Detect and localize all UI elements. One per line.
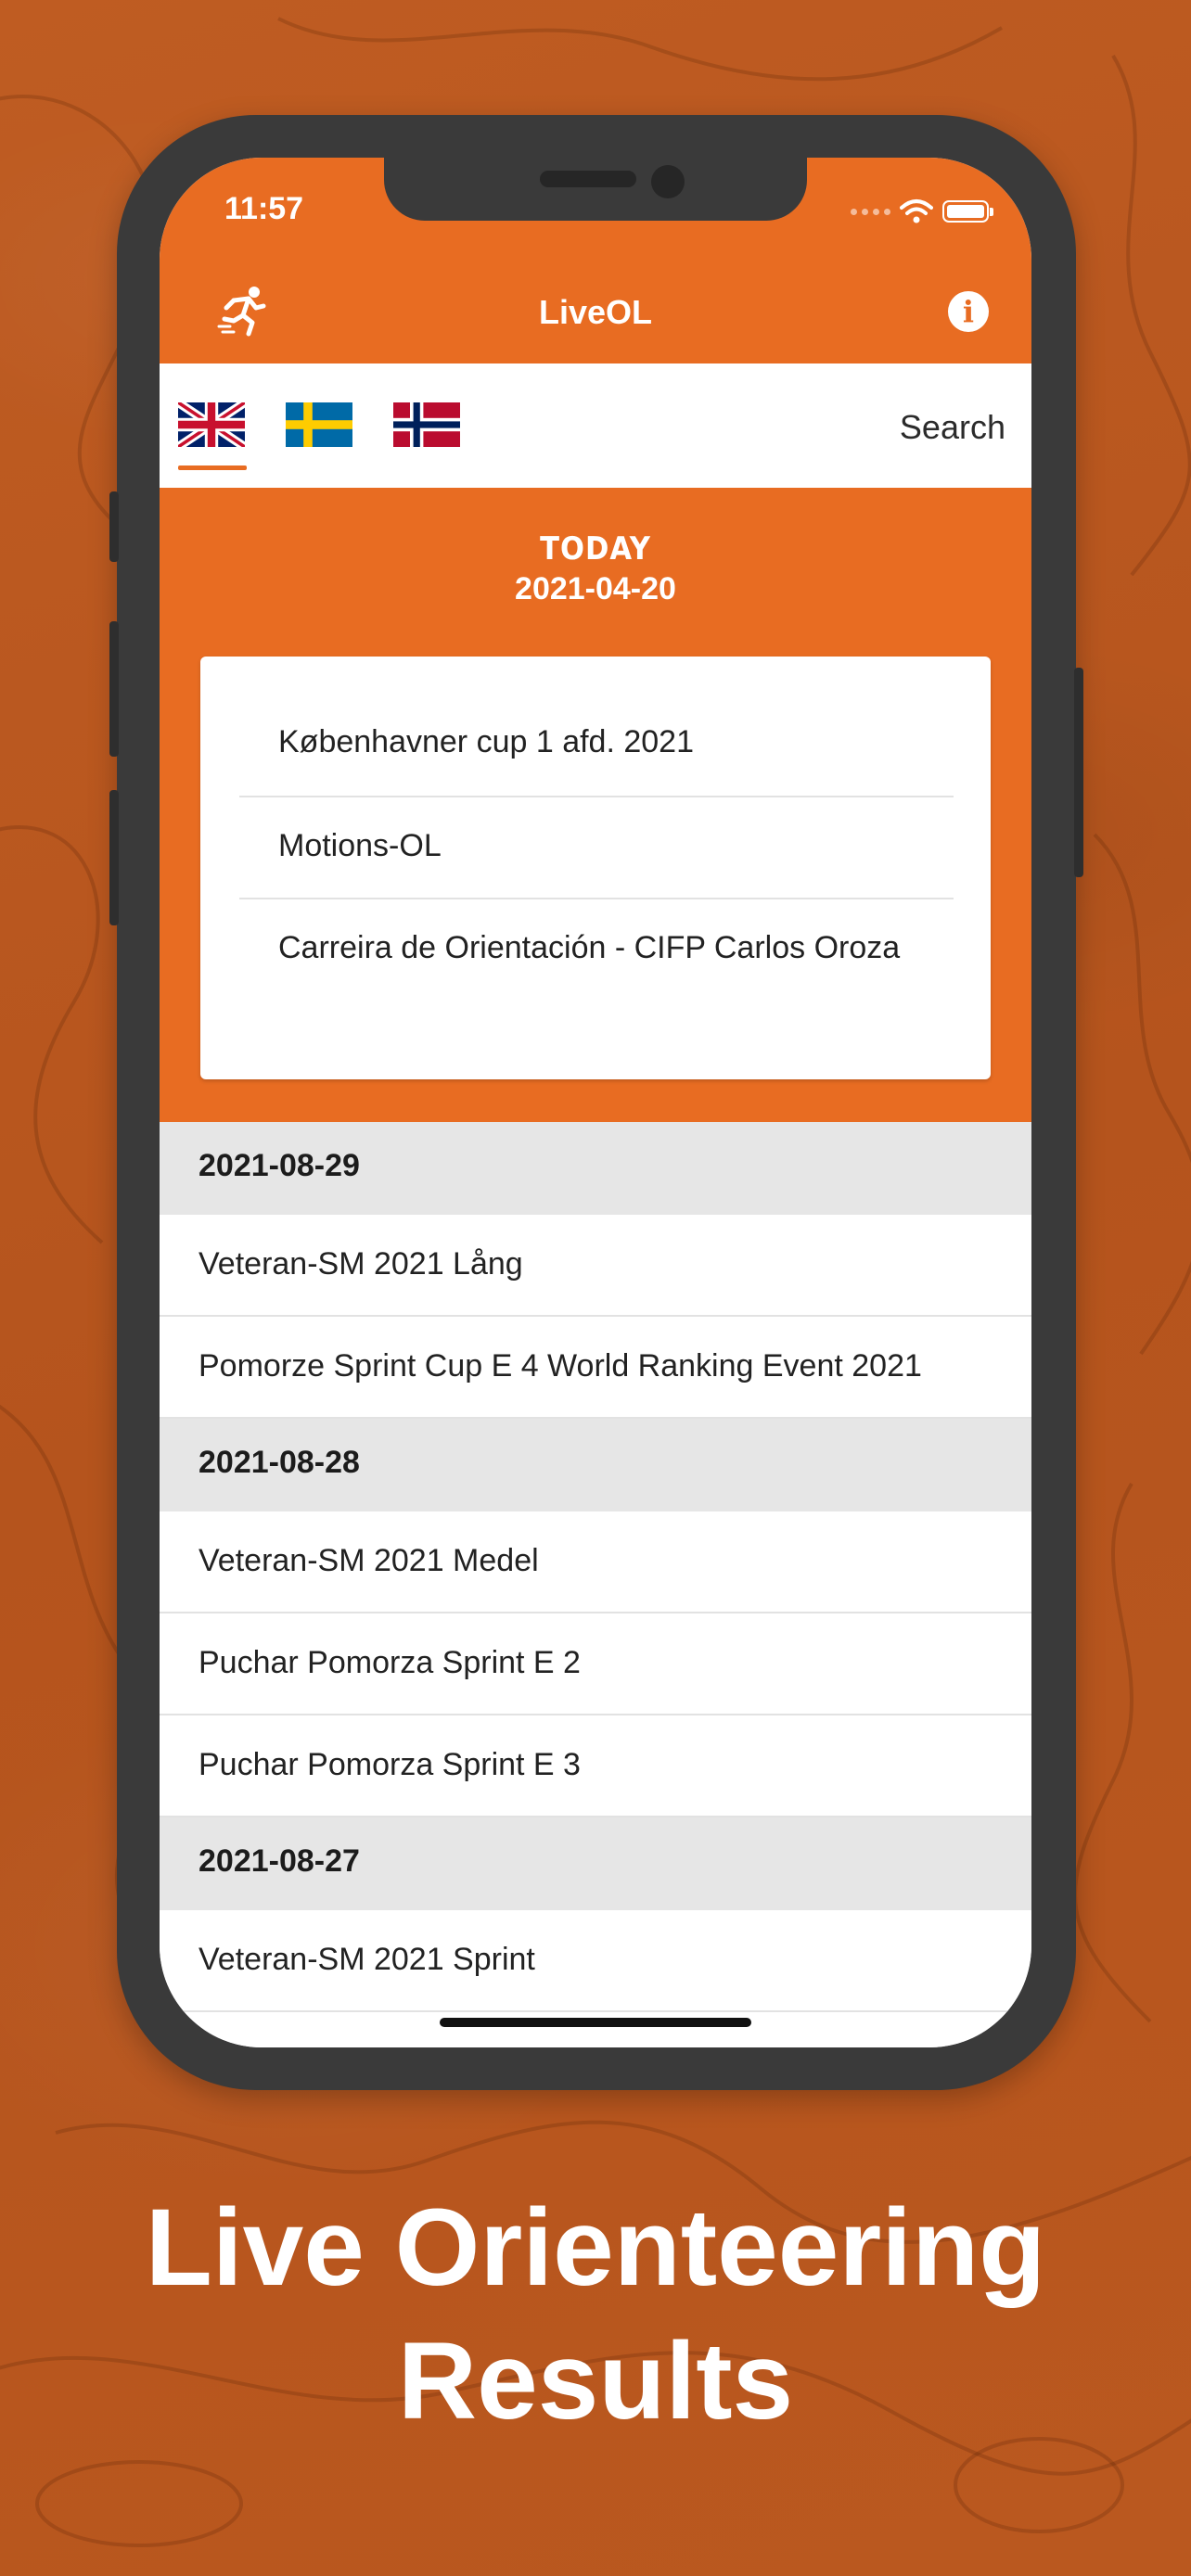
info-icon[interactable]: i <box>948 291 989 332</box>
selected-language-indicator <box>178 465 247 470</box>
today-events-card: Københavner cup 1 afd. 2021 Motions-OL C… <box>200 657 991 1079</box>
divider <box>239 796 954 797</box>
date-section-header: 2021-08-29 <box>160 1122 1031 1215</box>
date-section-header: 2021-08-27 <box>160 1817 1031 1910</box>
event-row[interactable]: Pomorze Sprint Cup E 4 World Ranking Eve… <box>160 1317 1031 1419</box>
event-row[interactable]: Veteran-SM 2021 Sprint <box>160 1910 1031 2012</box>
event-row[interactable]: Veteran-SM 2021 Medel <box>160 1511 1031 1613</box>
today-event-item[interactable]: Motions-OL <box>278 825 928 866</box>
search-button[interactable]: Search <box>900 408 1005 447</box>
status-icons <box>851 198 993 224</box>
divider <box>239 898 954 899</box>
speaker <box>540 171 636 187</box>
today-heading: TODAY <box>540 530 651 567</box>
camera <box>651 165 685 198</box>
battery-icon <box>942 200 993 223</box>
tagline-line-1: Live Orienteering <box>145 2187 1046 2309</box>
swedish-flag-icon[interactable] <box>286 402 352 447</box>
app-screen: 11:57 LiveOL i Search TODAY 2021-04-20 K… <box>160 158 1031 2047</box>
event-name: Puchar Pomorza Sprint E 2 <box>198 1645 581 1680</box>
wifi-icon <box>900 199 933 223</box>
section-date: 2021-08-29 <box>198 1148 360 1183</box>
nav-title: LiveOL <box>538 293 653 331</box>
section-date: 2021-08-28 <box>198 1445 360 1480</box>
tagline-line-2: Results <box>397 2320 794 2442</box>
power-button <box>1074 668 1083 877</box>
english-flag-icon[interactable] <box>178 402 245 447</box>
event-name: Pomorze Sprint Cup E 4 World Ranking Eve… <box>198 1348 922 1384</box>
today-section: TODAY 2021-04-20 Københavner cup 1 afd. … <box>160 488 1031 1122</box>
navigation-bar: LiveOL i <box>160 269 1031 363</box>
events-list: 2021-08-29 Veteran-SM 2021 Lång Pomorze … <box>160 1122 1031 2047</box>
volume-up-button <box>109 621 119 757</box>
event-name: Puchar Pomorza Sprint E 3 <box>198 1747 581 1782</box>
home-indicator[interactable] <box>440 2018 751 2027</box>
volume-down-button <box>109 790 119 925</box>
event-name: Veteran-SM 2021 Lång <box>198 1246 523 1282</box>
today-date: 2021-04-20 <box>515 571 676 606</box>
event-row[interactable]: Veteran-SM 2021 Lång <box>160 1215 1031 1317</box>
status-time: 11:57 <box>224 191 304 226</box>
notch <box>384 158 807 221</box>
today-event-item[interactable]: Carreira de Orientación - CIFP Carlos Or… <box>278 927 928 968</box>
date-section-header: 2021-08-28 <box>160 1419 1031 1511</box>
event-name: Veteran-SM 2021 Medel <box>198 1543 539 1578</box>
event-row[interactable]: Puchar Pomorza Sprint E 3 <box>160 1715 1031 1817</box>
mute-switch <box>109 491 119 562</box>
section-date: 2021-08-27 <box>198 1843 360 1879</box>
event-name: Veteran-SM 2021 Sprint <box>198 1942 535 1977</box>
signal-icon <box>851 208 890 215</box>
today-event-item[interactable]: Københavner cup 1 afd. 2021 <box>278 721 928 762</box>
event-row[interactable]: Puchar Pomorza Sprint E 2 <box>160 1613 1031 1715</box>
norwegian-flag-icon[interactable] <box>393 402 460 447</box>
language-bar: Search <box>160 363 1031 488</box>
